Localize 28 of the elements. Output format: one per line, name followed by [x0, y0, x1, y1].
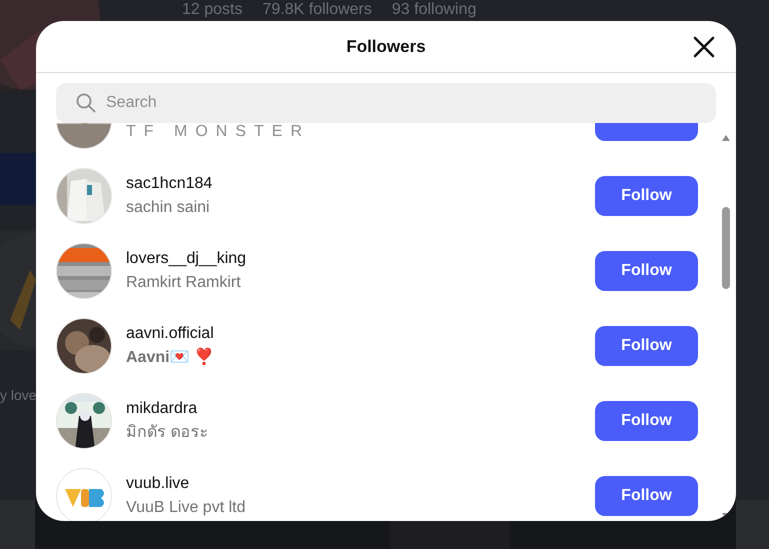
username-link[interactable]: sac1hcn184	[126, 172, 212, 196]
follow-button[interactable]: Follow	[595, 326, 698, 366]
profile-stat: 93 following	[392, 1, 476, 19]
caption-text: y love	[0, 386, 37, 405]
follow-button[interactable]: Follow	[595, 476, 698, 516]
display-name: TF MONSTER	[126, 123, 310, 142]
follow-button[interactable]: Follow	[595, 176, 698, 216]
close-button[interactable]	[692, 35, 716, 59]
display-name: มิกดัร ดอระ	[126, 422, 208, 442]
username-link[interactable]: vuub.live	[126, 472, 190, 496]
profile-stat: 79.8K followers	[262, 1, 372, 19]
search-field[interactable]: Search	[56, 83, 716, 123]
close-icon	[693, 36, 715, 58]
display-name: Aavni💌 ❣	[126, 346, 214, 368]
search-icon	[76, 93, 96, 113]
follow-button[interactable]: Follow	[595, 250, 698, 290]
scroll-up-icon[interactable]	[722, 135, 730, 141]
follow-button[interactable]: Follow	[595, 400, 698, 440]
username-link[interactable]: mikdardra	[126, 396, 198, 420]
display-name: sachin saini	[126, 198, 210, 218]
banner	[0, 153, 36, 205]
profile-stat: 12 posts	[182, 1, 242, 19]
username-link[interactable]: lovers__dj__king	[126, 246, 246, 270]
display-name: VuuB Live pvt ltd	[126, 498, 246, 518]
username-link[interactable]: aavni.official	[126, 322, 214, 346]
scrollbar-thumb[interactable]	[722, 207, 730, 289]
display-name: Ramkirt Ramkirt	[126, 272, 241, 292]
dialog-title: Followers	[346, 36, 426, 58]
